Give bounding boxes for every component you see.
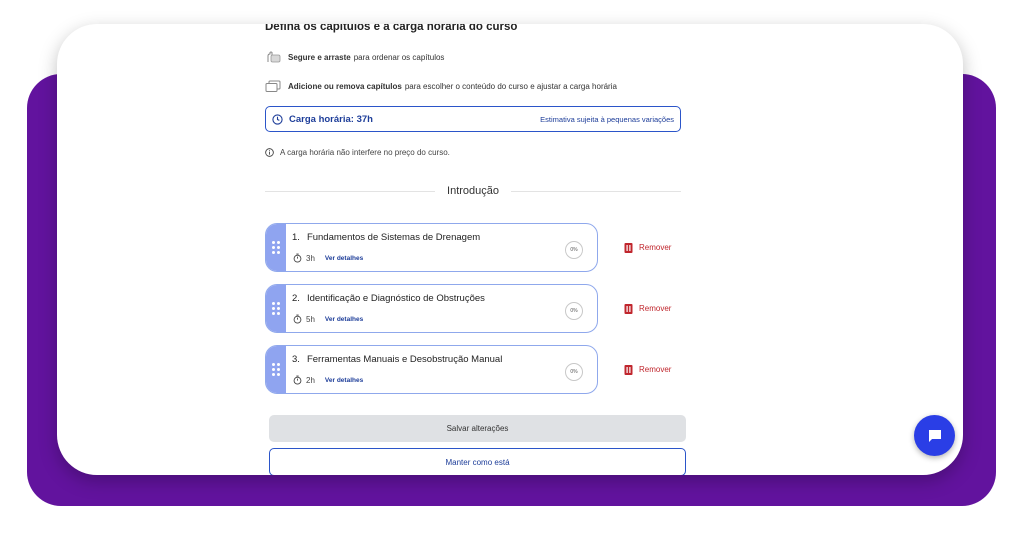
view-details-link[interactable]: Ver detalhes bbox=[325, 377, 363, 384]
tip-add-remove: Adicione ou remova capítulos para escolh… bbox=[265, 80, 617, 92]
drag-hand-icon bbox=[267, 51, 281, 63]
view-details-link[interactable]: Ver detalhes bbox=[325, 255, 363, 262]
save-changes-button[interactable]: Salvar alterações bbox=[269, 415, 686, 442]
clock-icon bbox=[272, 113, 283, 125]
tip-add-remove-bold: Adicione ou remova capítulos bbox=[288, 81, 402, 91]
chapter-card[interactable]: 3. Ferramentas Manuais e Desobstrução Man… bbox=[265, 345, 598, 394]
drag-handle[interactable] bbox=[266, 224, 286, 271]
progress-indicator: 0% bbox=[565, 241, 583, 259]
chapter-title: 3. Ferramentas Manuais e Desobstrução Man… bbox=[292, 354, 503, 365]
tip-add-remove-text: para escolher o conteúdo do curso e ajus… bbox=[404, 81, 617, 91]
tip-drag-text: para ordenar os capítulos bbox=[353, 52, 445, 62]
remove-chapter-button[interactable]: Remover bbox=[623, 242, 671, 253]
chapter-title: 2. Identificação e Diagnóstico de Obstruç… bbox=[292, 293, 485, 304]
chapter-meta: 3h Ver detalhes bbox=[293, 253, 363, 263]
trash-icon bbox=[624, 304, 633, 314]
tip-drag-bold: Segure e arraste bbox=[288, 52, 351, 62]
progress-indicator: 0% bbox=[565, 302, 583, 320]
chapter-card[interactable]: 1. Fundamentos de Sistemas de Drenagem 3h… bbox=[265, 223, 598, 272]
chapter-title: 1. Fundamentos de Sistemas de Drenagem bbox=[292, 232, 481, 243]
trash-icon bbox=[624, 243, 633, 253]
stack-icon bbox=[265, 80, 281, 92]
keep-as-is-button[interactable]: Manter como está bbox=[269, 448, 686, 475]
grip-icon bbox=[272, 363, 280, 376]
timer-icon bbox=[293, 375, 302, 385]
drag-handle[interactable] bbox=[266, 346, 286, 393]
price-note: A carga horária não interfere no preço d… bbox=[265, 148, 450, 157]
remove-chapter-button[interactable]: Remover bbox=[623, 364, 671, 375]
course-editor-window: Defina os capítulos e a carga horária do… bbox=[57, 24, 963, 475]
chapter-hours: 5h bbox=[306, 314, 315, 324]
grip-icon bbox=[272, 241, 280, 254]
remove-chapter-button[interactable]: Remover bbox=[623, 303, 671, 314]
page-title: Defina os capítulos e a carga horária do… bbox=[265, 24, 518, 33]
chapter-card[interactable]: 2. Identificação e Diagnóstico de Obstruç… bbox=[265, 284, 598, 333]
section-divider: Introdução bbox=[265, 184, 682, 198]
info-icon bbox=[265, 148, 274, 157]
view-details-link[interactable]: Ver detalhes bbox=[325, 316, 363, 323]
drag-handle[interactable] bbox=[266, 285, 286, 332]
grip-icon bbox=[272, 302, 280, 315]
chapter-hours: 2h bbox=[306, 375, 315, 385]
tip-drag: Segure e arraste para ordenar os capítul… bbox=[265, 51, 444, 63]
chapter-meta: 5h Ver detalhes bbox=[293, 314, 363, 324]
workload-total: Carga horária: 37h bbox=[289, 113, 373, 125]
chapter-meta: 2h Ver detalhes bbox=[293, 375, 363, 385]
chat-button[interactable] bbox=[914, 415, 955, 456]
workload-box: Carga horária: 37h Estimativa sujeita à … bbox=[265, 106, 681, 132]
timer-icon bbox=[293, 314, 302, 324]
chat-bubble-icon bbox=[928, 429, 941, 442]
trash-icon bbox=[624, 365, 633, 375]
timer-icon bbox=[293, 253, 302, 263]
progress-indicator: 0% bbox=[565, 363, 583, 381]
workload-estimate-note: Estimativa sujeita à pequenas variações bbox=[540, 114, 674, 124]
chapter-hours: 3h bbox=[306, 253, 315, 263]
section-title: Introdução bbox=[447, 185, 499, 197]
price-note-text: A carga horária não interfere no preço d… bbox=[280, 148, 450, 157]
